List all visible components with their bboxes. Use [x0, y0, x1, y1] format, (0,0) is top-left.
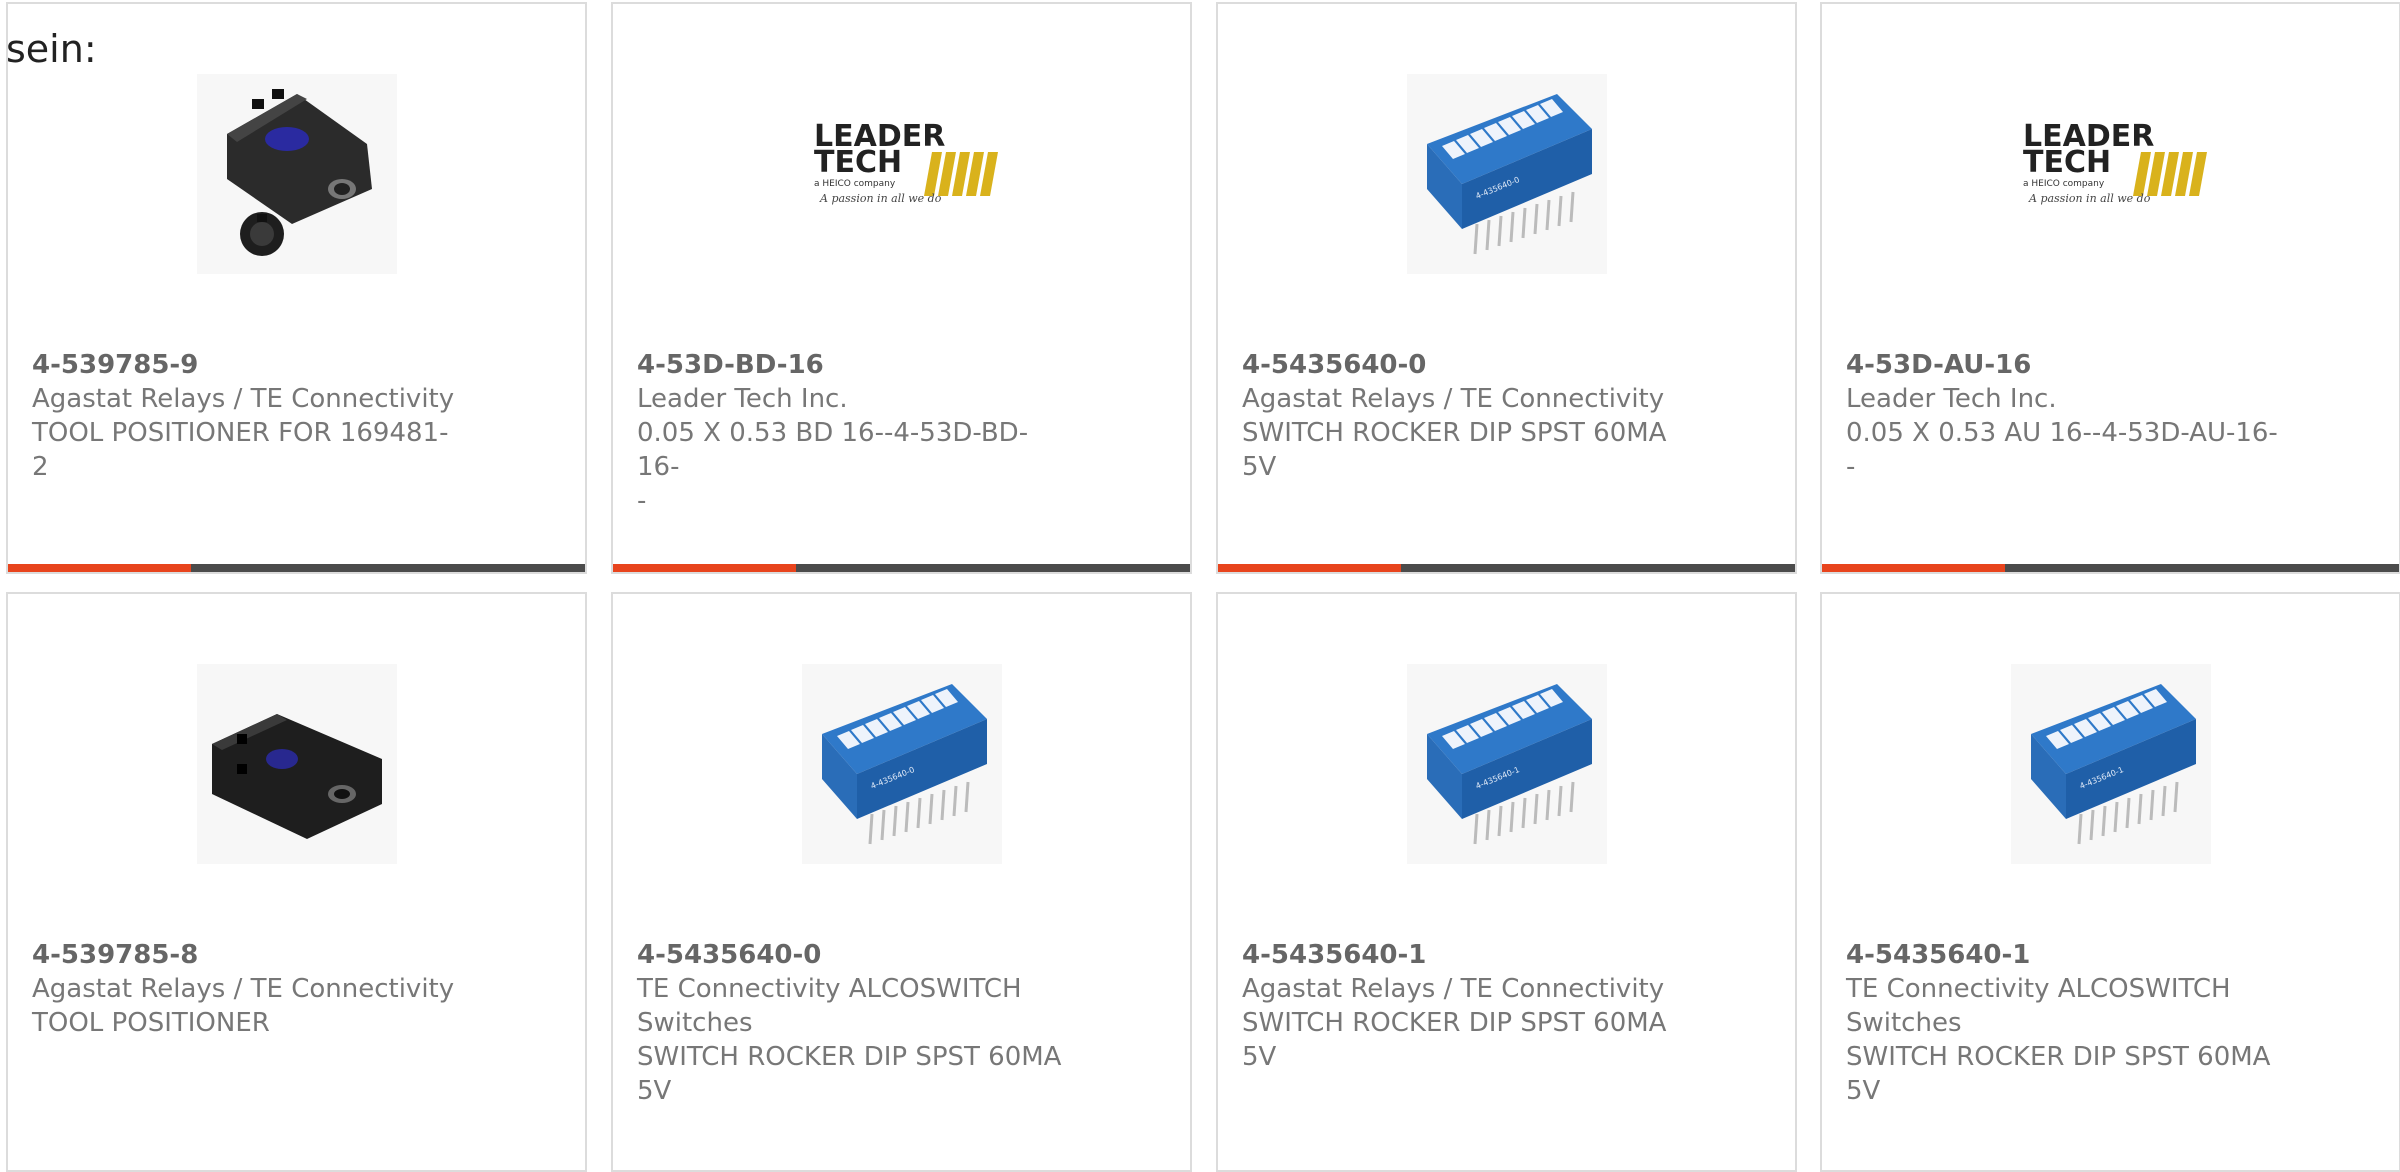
logo-text: a HEICO company — [2023, 179, 2105, 189]
manufacturer: Switches — [637, 1008, 753, 1038]
logo-text: A passion in all we do — [819, 192, 942, 205]
part-number[interactable]: 4-5435640-1 — [1242, 938, 1675, 972]
description: 5V — [1242, 1042, 1277, 1072]
description: - — [637, 486, 647, 516]
description: SWITCH ROCKER DIP SPST 60MA — [1242, 418, 1667, 448]
manufacturer: Switches — [1846, 1008, 1962, 1038]
description: 5V — [637, 1076, 672, 1106]
product-card[interactable]: 4-435640-1 4-5435640-1 Agastat Relays / … — [1216, 592, 1797, 1172]
intro-text: sein: — [6, 27, 97, 71]
product-info: 4-5435640-1 TE Connectivity ALCOSWITCH S… — [1846, 938, 2279, 1108]
product-info: 4-5435640-1 Agastat Relays / TE Connecti… — [1242, 938, 1675, 1074]
product-card[interactable]: 4-539785-9 Agastat Relays / TE Connectiv… — [6, 2, 587, 574]
product-card[interactable]: 4-435640-0 4-5435640-0 Agastat Relays / … — [1216, 2, 1797, 574]
product-card[interactable]: 4-435640-0 4-5435640-0 TE Connectivity A… — [611, 592, 1192, 1172]
leader-tech-logo-image: LEADER TECH a HEICO company A passion in… — [2010, 74, 2211, 274]
dip-switch-image: 4-435640-1 — [1406, 664, 1607, 864]
dip-switch-image: 4-435640-0 — [1406, 74, 1607, 274]
card-bottom-bar — [1822, 564, 2399, 572]
product-info: 4-53D-AU-16 Leader Tech Inc. 0.05 X 0.53… — [1846, 348, 2279, 484]
logo-text: A passion in all we do — [2028, 192, 2151, 205]
description: TOOL POSITIONER FOR 169481- — [32, 418, 449, 448]
manufacturer: Agastat Relays / TE Connectivity — [1242, 384, 1665, 414]
part-number[interactable]: 4-53D-BD-16 — [637, 348, 1070, 382]
leader-tech-logo-image: LEADER TECH a HEICO company A passion in… — [801, 74, 1002, 274]
card-accent — [1218, 564, 1401, 572]
part-number[interactable]: 4-539785-8 — [32, 938, 465, 972]
card-bottom-bar — [613, 564, 1190, 572]
manufacturer: Agastat Relays / TE Connectivity — [32, 384, 455, 414]
dip-switch-image: 4-435640-0 — [801, 664, 1002, 864]
description: 0.05 X 0.53 AU 16--4-53D-AU-16- — [1846, 418, 2278, 448]
description: TOOL POSITIONER — [32, 1008, 270, 1038]
manufacturer: Leader Tech Inc. — [1846, 384, 2057, 414]
description: 5V — [1846, 1076, 1881, 1106]
tool-positioner-image — [196, 664, 397, 864]
description: 2 — [32, 452, 49, 482]
product-card[interactable]: LEADER TECH a HEICO company A passion in… — [1820, 2, 2400, 574]
manufacturer: TE Connectivity ALCOSWITCH — [1846, 974, 2231, 1004]
logo-text: TECH — [814, 145, 902, 180]
card-accent — [8, 564, 191, 572]
part-number[interactable]: 4-5435640-0 — [1242, 348, 1675, 382]
product-card[interactable]: LEADER TECH a HEICO company A passion in… — [611, 2, 1192, 574]
part-number[interactable]: 4-5435640-0 — [637, 938, 1070, 972]
description: - — [1846, 452, 1856, 482]
product-info: 4-5435640-0 Agastat Relays / TE Connecti… — [1242, 348, 1675, 484]
logo-text: TECH — [2023, 145, 2111, 180]
dip-switch-image: 4-435640-1 — [2010, 664, 2211, 864]
product-info: 4-539785-8 Agastat Relays / TE Connectiv… — [32, 938, 465, 1040]
manufacturer: Agastat Relays / TE Connectivity — [1242, 974, 1665, 1004]
product-info: 4-53D-BD-16 Leader Tech Inc. 0.05 X 0.53… — [637, 348, 1070, 518]
description: 5V — [1242, 452, 1277, 482]
description: SWITCH ROCKER DIP SPST 60MA — [637, 1042, 1062, 1072]
card-accent — [1822, 564, 2005, 572]
description: SWITCH ROCKER DIP SPST 60MA — [1242, 1008, 1667, 1038]
manufacturer: Leader Tech Inc. — [637, 384, 848, 414]
card-bottom-bar — [1218, 564, 1795, 572]
description: 0.05 X 0.53 BD 16--4-53D-BD-16- — [637, 418, 1029, 482]
card-accent — [613, 564, 796, 572]
manufacturer: TE Connectivity ALCOSWITCH — [637, 974, 1022, 1004]
product-info: 4-539785-9 Agastat Relays / TE Connectiv… — [32, 348, 465, 484]
part-number[interactable]: 4-53D-AU-16 — [1846, 348, 2279, 382]
part-number[interactable]: 4-539785-9 — [32, 348, 465, 382]
logo-text: a HEICO company — [814, 179, 896, 189]
manufacturer: Agastat Relays / TE Connectivity — [32, 974, 455, 1004]
tool-positioner-screw-image — [196, 74, 397, 274]
product-info: 4-5435640-0 TE Connectivity ALCOSWITCH S… — [637, 938, 1070, 1108]
description: SWITCH ROCKER DIP SPST 60MA — [1846, 1042, 2271, 1072]
card-bottom-bar — [8, 564, 585, 572]
part-number[interactable]: 4-5435640-1 — [1846, 938, 2279, 972]
product-card[interactable]: 4-539785-8 Agastat Relays / TE Connectiv… — [6, 592, 587, 1172]
product-card[interactable]: 4-435640-1 4-5435640-1 TE Connectivity A… — [1820, 592, 2400, 1172]
